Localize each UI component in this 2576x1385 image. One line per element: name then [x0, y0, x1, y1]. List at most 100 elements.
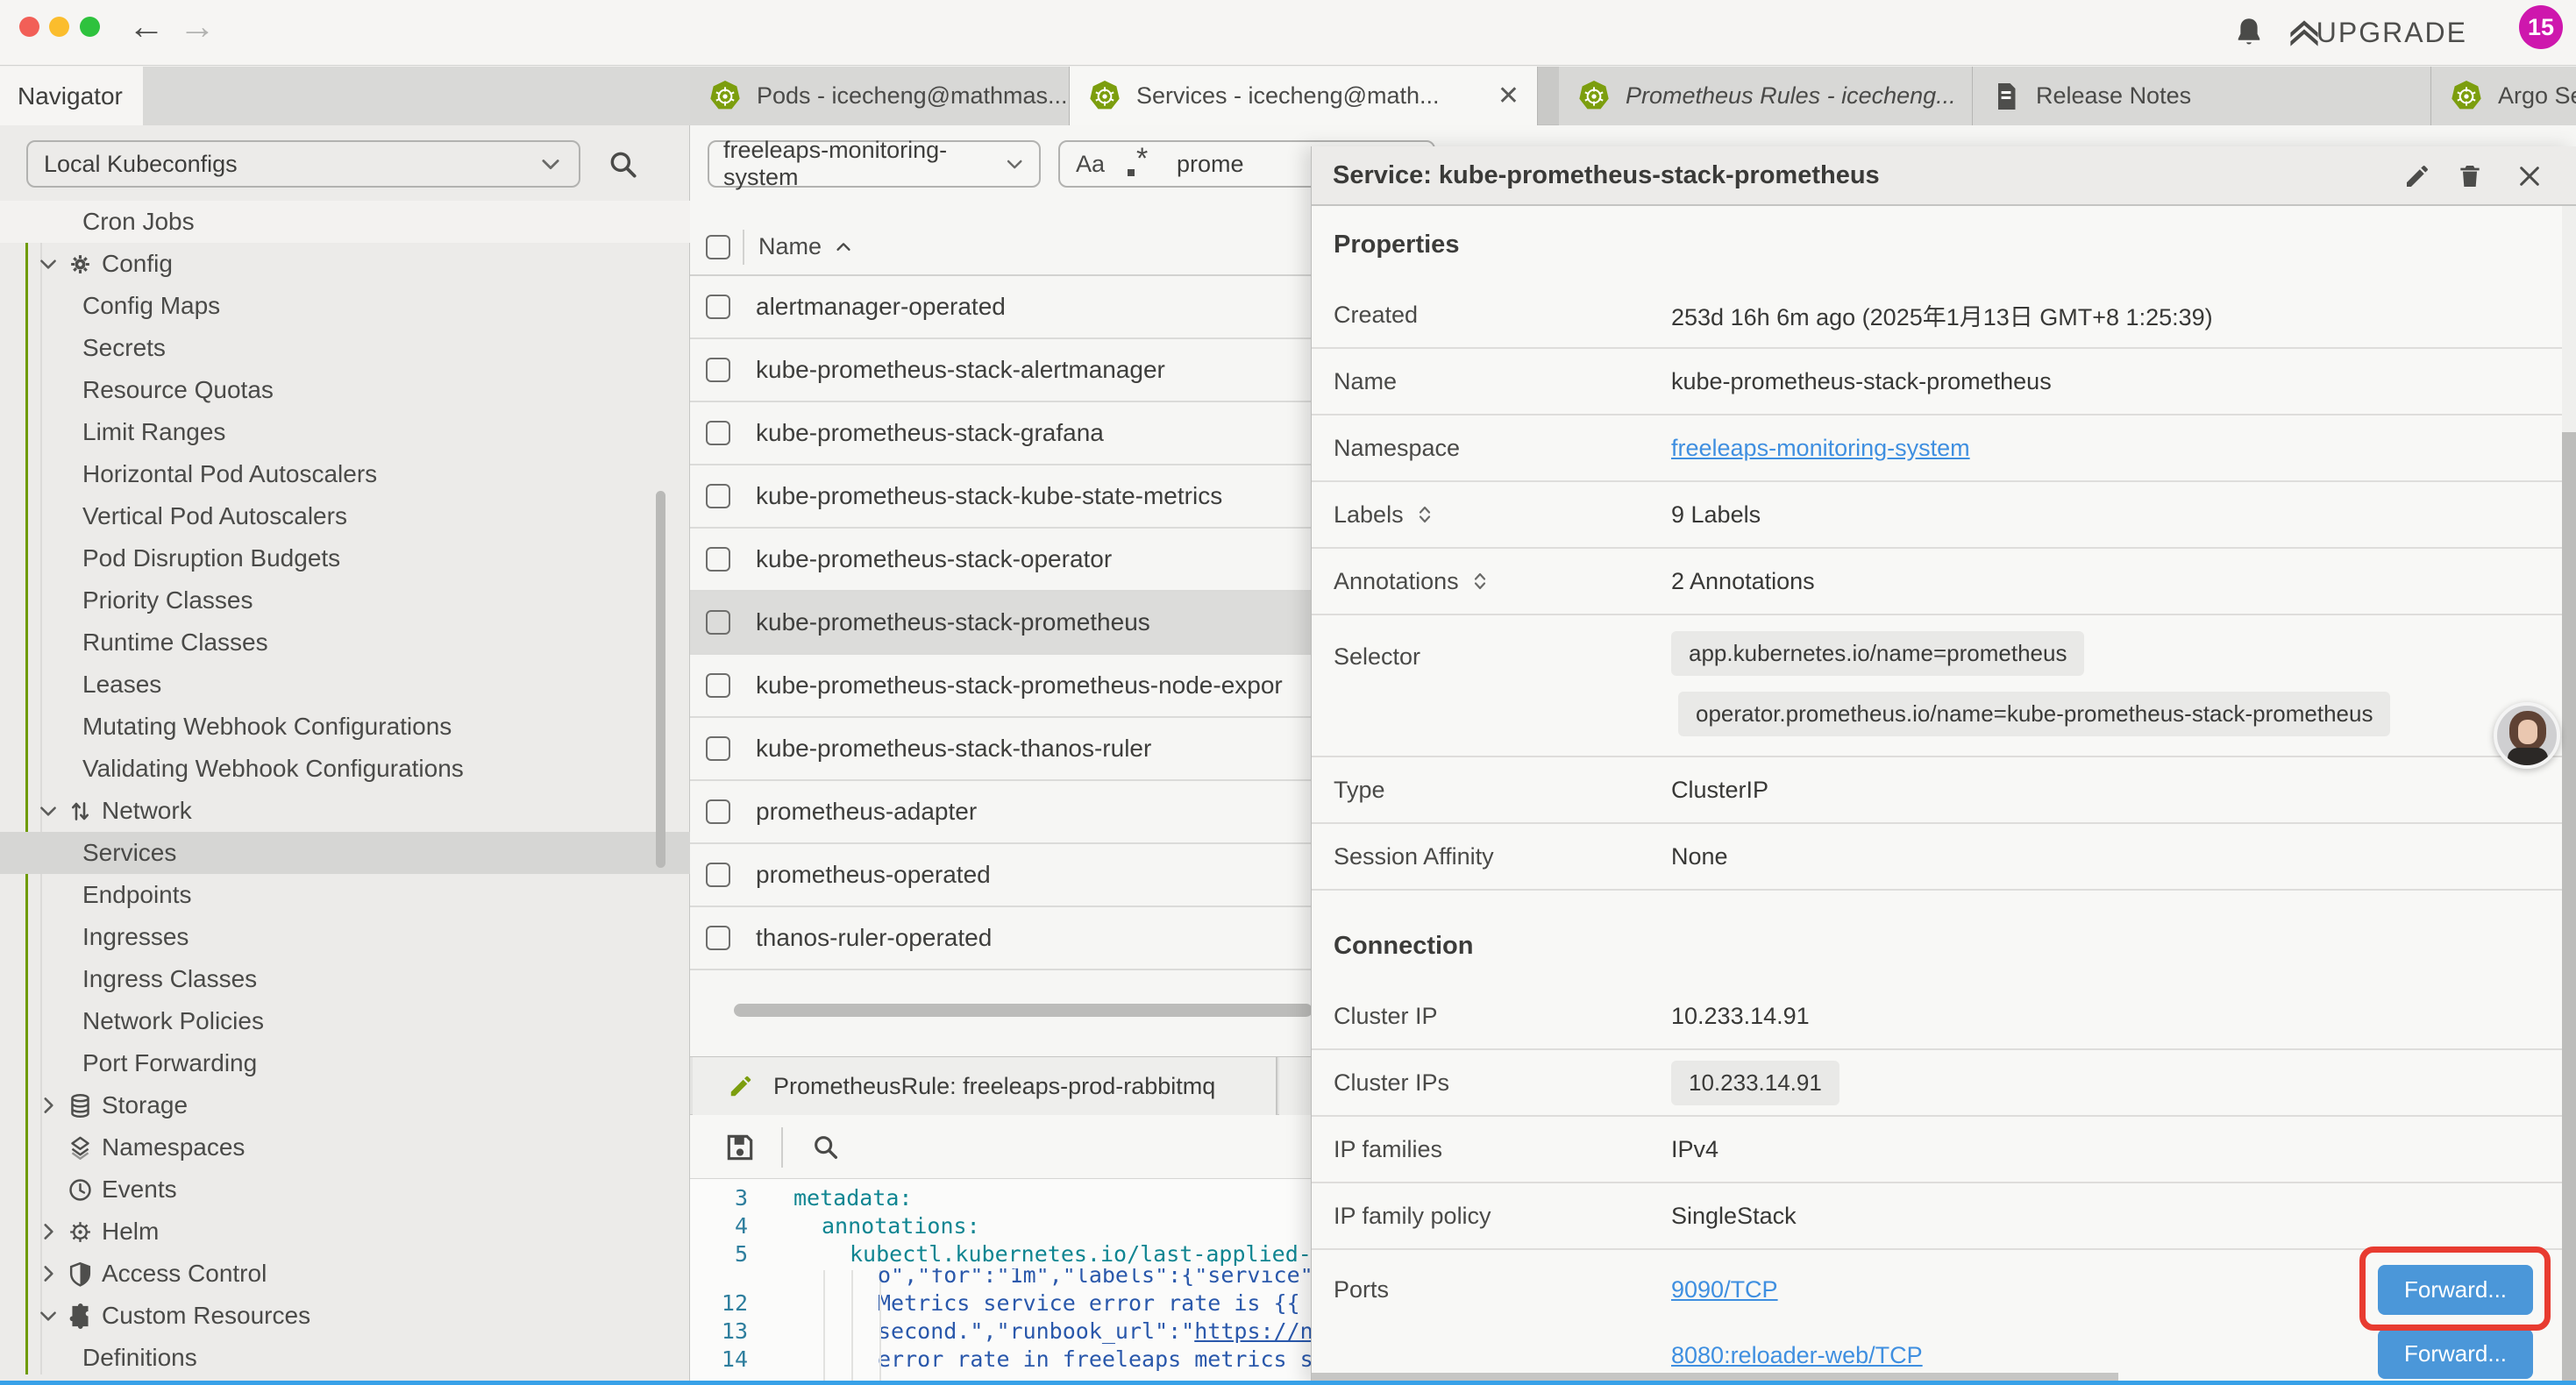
row-checkbox[interactable]: [706, 295, 730, 319]
chevron-down-icon[interactable]: [37, 1304, 60, 1327]
selector-chip[interactable]: operator.prometheus.io/name=kube-prometh…: [1678, 692, 2390, 736]
traffic-light-minimize[interactable]: [49, 17, 69, 37]
row-name: kube-prometheus-stack-prometheus-node-ex…: [756, 671, 1283, 700]
row-checkbox[interactable]: [706, 358, 730, 382]
regex-toggle-icon[interactable]: *: [1126, 149, 1156, 179]
chevron-right-icon[interactable]: [37, 1220, 60, 1243]
chevron-down-icon[interactable]: [37, 252, 60, 275]
tab-services[interactable]: Services - icecheng@math... ✕: [1070, 67, 1538, 125]
selector-chip[interactable]: app.kubernetes.io/name=prometheus: [1671, 631, 2084, 676]
select-all-checkbox[interactable]: [706, 235, 730, 259]
tab-prometheus-rules[interactable]: Prometheus Rules - icecheng...: [1559, 67, 1973, 125]
kubeconfig-select[interactable]: Local Kubeconfigs: [26, 140, 580, 188]
sidebar-item-config[interactable]: Config: [0, 243, 690, 285]
port-link-9090[interactable]: 9090/TCP: [1671, 1276, 1923, 1303]
save-icon[interactable]: [723, 1131, 757, 1164]
row-checkbox[interactable]: [706, 547, 730, 572]
sidebar-item-label: Cron Jobs: [0, 208, 195, 236]
sidebar-item-events[interactable]: Events: [0, 1168, 690, 1211]
row-checkbox[interactable]: [706, 421, 730, 445]
sidebar-item-services[interactable]: Services: [0, 832, 690, 874]
editor-search-icon[interactable]: [811, 1133, 841, 1162]
sidebar-item-ingresses[interactable]: Ingresses: [0, 916, 690, 958]
sidebar-item-helm[interactable]: Helm: [0, 1211, 690, 1253]
sidebar-item-endpoints[interactable]: Endpoints: [0, 874, 690, 916]
sidebar-item-network-policies[interactable]: Network Policies: [0, 1000, 690, 1042]
sidebar-item-storage[interactable]: Storage: [0, 1084, 690, 1126]
row-value[interactable]: 2 Annotations: [1671, 568, 1815, 595]
back-arrow-icon[interactable]: ←: [128, 5, 165, 47]
edit-pencil-icon[interactable]: [2403, 162, 2431, 190]
sidebar-search-icon[interactable]: [607, 148, 640, 181]
row-checkbox[interactable]: [706, 673, 730, 698]
close-icon[interactable]: [2516, 162, 2544, 190]
expand-updown-icon[interactable]: [1469, 571, 1491, 592]
chevron-right-icon[interactable]: [37, 1094, 60, 1117]
sidebar-item-cron-jobs[interactable]: Cron Jobs: [0, 201, 690, 243]
forward-arrow-icon[interactable]: →: [179, 5, 216, 47]
sidebar-item-leases[interactable]: Leases: [0, 664, 690, 706]
tab-argo[interactable]: Argo Se: [2431, 67, 2576, 125]
row-value: SingleStack: [1671, 1203, 1797, 1230]
upgrade-label[interactable]: UPGRADE: [2316, 17, 2467, 49]
row-checkbox[interactable]: [706, 484, 730, 508]
sidebar-item-limit-ranges[interactable]: Limit Ranges: [0, 411, 690, 453]
sidebar-item-namespaces[interactable]: Namespaces: [0, 1126, 690, 1168]
user-avatar[interactable]: [2494, 702, 2560, 769]
namespace-link[interactable]: freeleaps-monitoring-system: [1671, 435, 1970, 462]
sidebar-item-port-forwarding[interactable]: Port Forwarding: [0, 1042, 690, 1084]
forward-button-8080[interactable]: Forward...: [2378, 1329, 2533, 1379]
sidebar-item-custom-resources[interactable]: Custom Resources: [0, 1295, 690, 1337]
sidebar-item-secrets[interactable]: Secrets: [0, 327, 690, 369]
column-header-name[interactable]: Name: [758, 233, 822, 260]
sidebar-item-label: Network Policies: [0, 1007, 264, 1035]
sidebar-item-config-maps[interactable]: Config Maps: [0, 285, 690, 327]
traffic-light-zoom[interactable]: [80, 17, 100, 37]
notifications-badge[interactable]: 15: [2519, 5, 2563, 49]
sidebar-item-resource-quotas[interactable]: Resource Quotas: [0, 369, 690, 411]
table-horizontal-scrollbar[interactable]: [734, 1004, 1313, 1017]
match-case-toggle[interactable]: Aa: [1076, 151, 1105, 178]
detail-scrollbar-track[interactable]: [2562, 206, 2576, 1385]
sidebar-item-horizontal-pod-autoscalers[interactable]: Horizontal Pod Autoscalers: [0, 453, 690, 495]
sidebar-item-vertical-pod-autoscalers[interactable]: Vertical Pod Autoscalers: [0, 495, 690, 537]
row-value[interactable]: 9 Labels: [1671, 501, 1761, 529]
sidebar-item-mutating-webhook-configurations[interactable]: Mutating Webhook Configurations: [0, 706, 690, 748]
detail-row-namespace: Namespace freeleaps-monitoring-system: [1312, 416, 2576, 482]
sidebar-item-ingress-classes[interactable]: Ingress Classes: [0, 958, 690, 1000]
sidebar-item-priority-classes[interactable]: Priority Classes: [0, 579, 690, 621]
namespace-select[interactable]: freeleaps-monitoring-system: [708, 140, 1041, 188]
detail-scrollbar-thumb[interactable]: [2562, 432, 2576, 1381]
sidebar-item-validating-webhook-configurations[interactable]: Validating Webhook Configurations: [0, 748, 690, 790]
tab-pods[interactable]: Pods - icecheng@mathmas...: [690, 67, 1070, 125]
sidebar-scrollbar[interactable]: [656, 491, 665, 868]
row-checkbox[interactable]: [706, 863, 730, 887]
sidebar-item-network[interactable]: Network: [0, 790, 690, 832]
delete-trash-icon[interactable]: [2456, 162, 2484, 190]
row-label: Selector: [1312, 631, 1671, 671]
sidebar-item-pod-disruption-budgets[interactable]: Pod Disruption Budgets: [0, 537, 690, 579]
chevron-down-icon[interactable]: [37, 799, 60, 822]
row-checkbox[interactable]: [706, 799, 730, 824]
column-divider: [743, 230, 744, 265]
bell-icon[interactable]: [2231, 14, 2267, 51]
tab-release-notes[interactable]: Release Notes: [1973, 67, 2431, 125]
sidebar-item-definitions[interactable]: Definitions: [0, 1337, 690, 1379]
editor-tab-prometheusrule[interactable]: PrometheusRule: freeleaps-prod-rabbitmq: [693, 1057, 1277, 1115]
tab-navigator[interactable]: Navigator: [0, 67, 143, 125]
row-label: Created: [1312, 302, 1671, 329]
cluster-ip-chip[interactable]: 10.233.14.91: [1671, 1061, 1839, 1105]
traffic-light-close[interactable]: [19, 17, 39, 37]
search-input[interactable]: prome: [1177, 151, 1244, 178]
sidebar-item-access-control[interactable]: Access Control: [0, 1253, 690, 1295]
chevron-right-icon[interactable]: [37, 1262, 60, 1285]
row-checkbox[interactable]: [706, 610, 730, 635]
expand-updown-icon[interactable]: [1414, 504, 1435, 525]
row-checkbox[interactable]: [706, 736, 730, 761]
tab-close-icon[interactable]: ✕: [1485, 81, 1519, 111]
row-checkbox[interactable]: [706, 926, 730, 950]
port-link-8080[interactable]: 8080:reloader-web/TCP: [1671, 1342, 1923, 1369]
sidebar-item-runtime-classes[interactable]: Runtime Classes: [0, 621, 690, 664]
sort-ascending-icon[interactable]: [834, 238, 853, 257]
properties-heading: Properties: [1312, 208, 2576, 282]
